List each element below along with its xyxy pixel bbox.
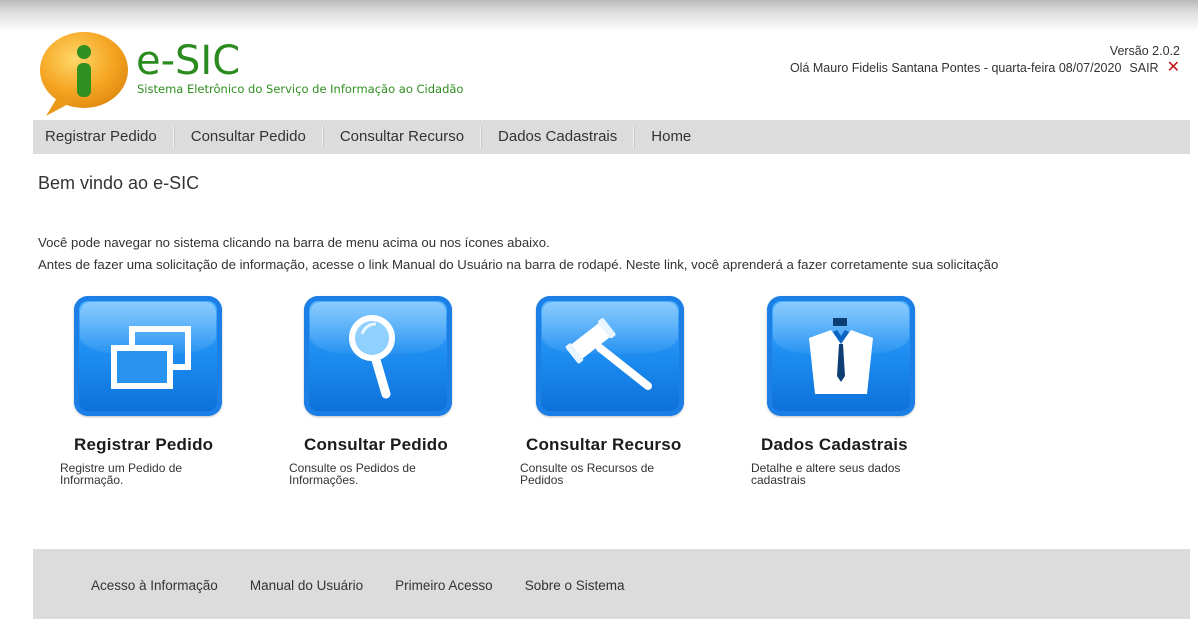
footer: Acesso à Informação Manual do Usuário Pr… <box>33 549 1190 619</box>
intro-line-1: Você pode navegar no sistema clicando na… <box>38 235 550 250</box>
main-menu: Registrar Pedido Consultar Pedido Consul… <box>33 120 1190 154</box>
dados-cadastrais-tile[interactable] <box>767 296 915 416</box>
windows-icon <box>111 326 191 389</box>
card-dados-cadastrais: Dados Cadastrais Detalhe e altere seus d… <box>751 296 997 486</box>
esic-logo-icon <box>36 30 136 118</box>
card-title[interactable]: Consultar Recurso <box>526 435 766 455</box>
gavel-icon <box>565 318 652 390</box>
top-shade <box>0 0 1198 32</box>
consultar-pedido-tile[interactable] <box>304 296 452 416</box>
user-greeting: Olá Mauro Fidelis Santana Pontes - quart… <box>789 61 1122 75</box>
registrar-pedido-tile[interactable] <box>74 296 222 416</box>
card-registrar-pedido: Registrar Pedido Registre um Pedido de I… <box>60 296 304 486</box>
card-description: Consulte os Pedidos de Informações. <box>289 461 416 487</box>
card-title[interactable]: Registrar Pedido <box>74 435 304 455</box>
logout-link[interactable]: SAIR <box>1129 61 1158 75</box>
card-description: Consulte os Recursos de Pedidos <box>520 461 655 487</box>
card-title[interactable]: Dados Cadastrais <box>761 435 997 455</box>
person-suit-icon <box>809 318 873 394</box>
menu-consultar-recurso[interactable]: Consultar Recurso <box>323 120 482 154</box>
card-description: Registre um Pedido de Informação. <box>60 461 183 487</box>
card-consultar-recurso: Consultar Recurso Consulte os Recursos d… <box>520 296 766 486</box>
card-title[interactable]: Consultar Pedido <box>304 435 534 455</box>
menu-home[interactable]: Home <box>634 120 708 154</box>
intro-line-2: Antes de fazer uma solicitação de inform… <box>38 257 999 272</box>
intro-text: Você pode navegar no sistema clicando na… <box>38 232 998 276</box>
card-description: Detalhe e altere seus dados cadastrais <box>751 461 901 487</box>
menu-consultar-pedido[interactable]: Consultar Pedido <box>174 120 323 154</box>
brand-title: e-SIC <box>136 38 241 84</box>
page-title: Bem vindo ao e-SIC <box>38 173 200 193</box>
footer-link-manual-usuario[interactable]: Manual do Usuário <box>250 578 363 593</box>
menu-registrar-pedido[interactable]: Registrar Pedido <box>33 120 174 154</box>
card-consultar-pedido: Consultar Pedido Consulte os Pedidos de … <box>289 296 534 486</box>
footer-link-acesso-informacao[interactable]: Acesso à Informação <box>91 578 218 593</box>
magnifier-icon <box>349 315 395 399</box>
user-greeting-bar: Olá Mauro Fidelis Santana Pontes - quart… <box>789 60 1180 76</box>
footer-links: Acesso à Informação Manual do Usuário Pr… <box>91 578 625 593</box>
footer-link-primeiro-acesso[interactable]: Primeiro Acesso <box>395 578 493 593</box>
brand-subtitle: Sistema Eletrônico do Serviço de Informa… <box>137 82 464 96</box>
version-label: Versão 2.0.2 <box>1109 44 1180 58</box>
consultar-recurso-tile[interactable] <box>536 296 684 416</box>
close-icon[interactable]: ✕ <box>1167 60 1180 76</box>
footer-link-sobre-sistema[interactable]: Sobre o Sistema <box>525 578 625 593</box>
menu-dados-cadastrais[interactable]: Dados Cadastrais <box>481 120 635 154</box>
